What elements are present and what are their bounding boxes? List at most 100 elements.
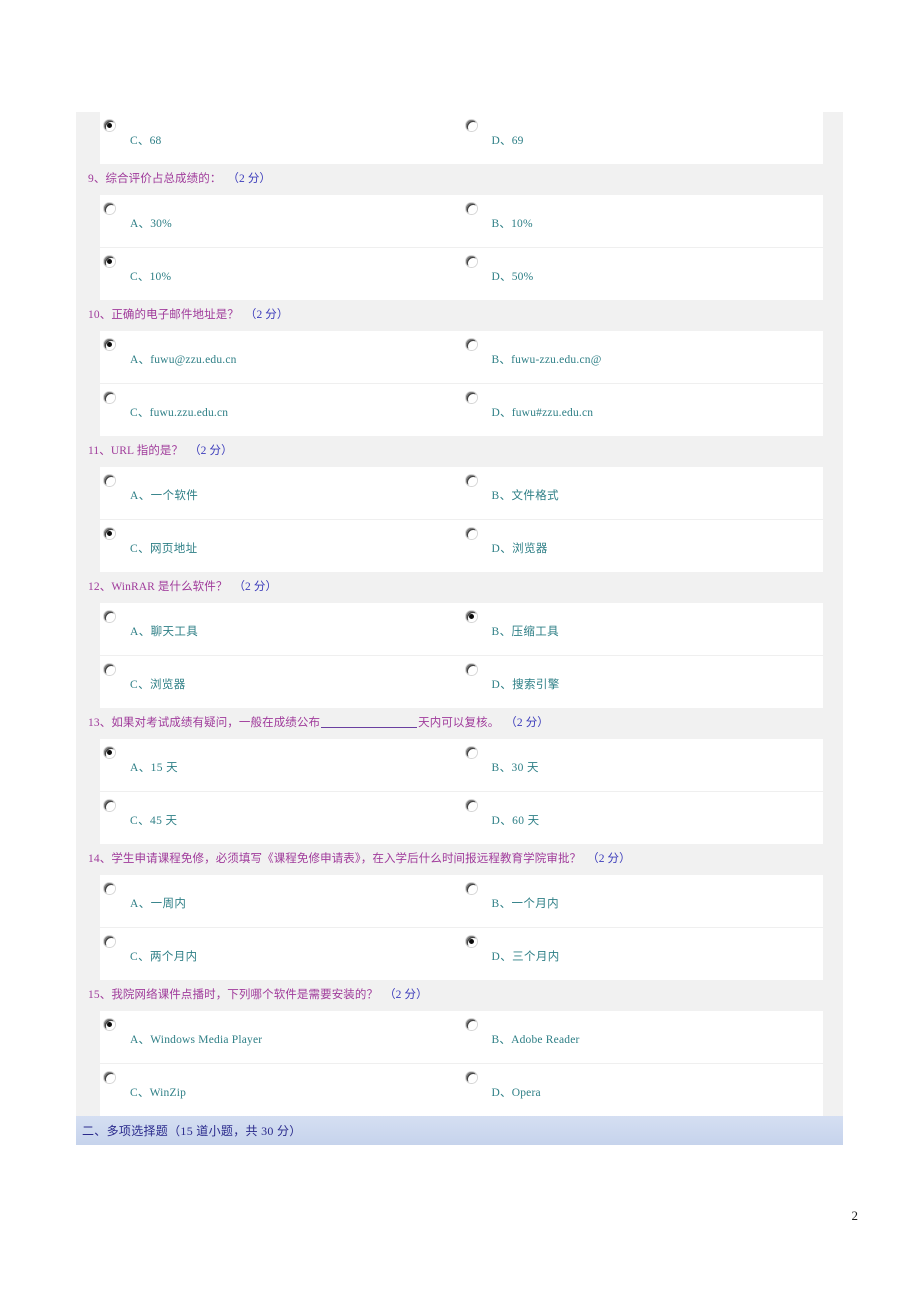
- option-label: A、15 天: [130, 762, 179, 774]
- page-number: 2: [851, 1208, 859, 1223]
- option-label: C、fuwu.zzu.edu.cn: [130, 407, 229, 419]
- option-row: A、fuwu@zzu.edu.cn B、fuwu-zzu.edu.cn@: [100, 331, 823, 383]
- option-label: A、30%: [130, 218, 172, 230]
- option-row: C、浏览器 D、搜索引擎: [100, 655, 823, 708]
- option-cell[interactable]: D、搜索引擎: [462, 656, 824, 708]
- option-cell[interactable]: D、50%: [462, 248, 824, 300]
- radio-button-icon[interactable]: [104, 339, 115, 350]
- option-cell[interactable]: B、10%: [462, 195, 824, 247]
- option-cell[interactable]: C、浏览器: [100, 656, 462, 708]
- option-cell[interactable]: D、69: [462, 112, 824, 164]
- option-label: C、WinZip: [130, 1087, 187, 1099]
- radio-button-icon[interactable]: [104, 1019, 115, 1030]
- radio-button-icon[interactable]: [104, 392, 115, 403]
- radio-button-icon[interactable]: [104, 256, 115, 267]
- option-cell[interactable]: B、压缩工具: [462, 603, 824, 655]
- radio-button-icon[interactable]: [104, 475, 115, 486]
- option-label: A、Windows Media Player: [130, 1034, 263, 1046]
- option-cell[interactable]: C、WinZip: [100, 1064, 462, 1116]
- option-label: D、三个月内: [491, 951, 560, 963]
- option-cell[interactable]: B、一个月内: [462, 875, 824, 927]
- radio-button-icon[interactable]: [104, 883, 115, 894]
- radio-button-icon[interactable]: [104, 800, 115, 811]
- option-label: A、一周内: [130, 898, 187, 910]
- options-panel: A、15 天 B、30 天 C、45 天 D、60 天: [100, 739, 823, 844]
- radio-button-icon[interactable]: [465, 339, 477, 350]
- option-label: C、10%: [130, 271, 172, 283]
- option-label: D、50%: [491, 271, 534, 283]
- option-cell[interactable]: B、Adobe Reader: [462, 1011, 824, 1063]
- option-cell[interactable]: D、三个月内: [462, 928, 824, 980]
- option-cell[interactable]: B、30 天: [462, 739, 824, 791]
- option-label: D、69: [491, 135, 524, 147]
- option-label: B、Adobe Reader: [491, 1034, 580, 1046]
- radio-button-icon[interactable]: [104, 528, 115, 539]
- question-text: 如果对考试成绩有疑问，一般在成绩公布: [111, 717, 321, 729]
- option-row: A、Windows Media Player B、Adobe Reader: [100, 1011, 823, 1063]
- radio-button-icon[interactable]: [465, 1072, 477, 1083]
- option-cell[interactable]: C、两个月内: [100, 928, 462, 980]
- option-cell[interactable]: A、15 天: [100, 739, 462, 791]
- options-panel: A、30% B、10% C、10% D、50%: [100, 195, 823, 300]
- question-block: 10、正确的电子邮件地址是？ （2 分） A、fuwu@zzu.edu.cn B、f…: [76, 300, 843, 436]
- radio-button-icon[interactable]: [465, 256, 477, 267]
- option-cell[interactable]: C、10%: [100, 248, 462, 300]
- option-cell[interactable]: C、fuwu.zzu.edu.cn: [100, 384, 462, 436]
- section-heading-label: 二、多项选择题（15 道小题，共 30 分）: [82, 1124, 302, 1138]
- radio-button-icon[interactable]: [104, 936, 115, 947]
- radio-button-icon[interactable]: [465, 800, 477, 811]
- option-cell[interactable]: C、网页地址: [100, 520, 462, 572]
- radio-button-icon[interactable]: [104, 611, 115, 622]
- option-label: D、搜索引擎: [491, 679, 560, 691]
- question-prompt: 13、如果对考试成绩有疑问，一般在成绩公布 天内可以复核。 （2 分）: [76, 708, 843, 739]
- options-panel: A、一周内 B、一个月内 C、两个月内 D、三个月内: [100, 875, 823, 980]
- radio-button-icon[interactable]: [104, 1072, 115, 1083]
- option-row: C、68 D、69: [100, 112, 823, 164]
- option-cell[interactable]: A、fuwu@zzu.edu.cn: [100, 331, 462, 383]
- option-cell[interactable]: A、一周内: [100, 875, 462, 927]
- radio-button-icon[interactable]: [465, 936, 477, 947]
- option-cell[interactable]: C、68: [100, 112, 462, 164]
- option-cell[interactable]: A、Windows Media Player: [100, 1011, 462, 1063]
- question-block: 15、我院网络课件点播时，下列哪个软件是需要安装的？ （2 分） A、Window…: [76, 980, 843, 1116]
- radio-button-icon[interactable]: [465, 664, 477, 675]
- question-text: 正确的电子邮件地址是？: [111, 309, 239, 321]
- fill-in-blank-line: [321, 727, 418, 728]
- radio-button-icon[interactable]: [465, 883, 477, 894]
- option-label: B、30 天: [491, 762, 539, 774]
- radio-button-icon[interactable]: [465, 203, 477, 214]
- option-cell[interactable]: D、浏览器: [462, 520, 824, 572]
- option-label: D、浏览器: [491, 543, 548, 555]
- question-block: 11、URL 指的是？ （2 分） A、一个软件 B、文件格式 C、网页地址 D、浏览器: [76, 436, 843, 572]
- radio-button-icon[interactable]: [465, 475, 477, 486]
- option-cell[interactable]: B、文件格式: [462, 467, 824, 519]
- question-text: 学生申请课程免修，必须填写《课程免修申请表》，在入学后什么时间报远程教育学院审批…: [111, 853, 582, 865]
- option-cell[interactable]: A、30%: [100, 195, 462, 247]
- option-cell[interactable]: D、Opera: [462, 1064, 824, 1116]
- radio-button-icon[interactable]: [465, 392, 477, 403]
- question-score: （2 分）: [227, 173, 272, 185]
- question-number: 10、: [88, 309, 112, 321]
- option-cell[interactable]: A、一个软件: [100, 467, 462, 519]
- question-number: 11、: [88, 445, 111, 457]
- option-cell[interactable]: C、45 天: [100, 792, 462, 844]
- radio-button-icon[interactable]: [465, 1019, 477, 1030]
- radio-button-icon[interactable]: [104, 664, 115, 675]
- radio-button-icon[interactable]: [104, 203, 115, 214]
- radio-button-icon[interactable]: [465, 747, 477, 758]
- radio-button-icon[interactable]: [104, 120, 115, 131]
- radio-button-icon[interactable]: [465, 120, 477, 131]
- option-cell[interactable]: B、fuwu-zzu.edu.cn@: [462, 331, 824, 383]
- question-prompt: 12、WinRAR 是什么软件？ （2 分）: [76, 572, 843, 603]
- question-number: 12、: [88, 581, 112, 593]
- option-cell[interactable]: A、聊天工具: [100, 603, 462, 655]
- exam-page: C、68 D、69 9、综合评价占总成绩的： （2 分） A、30% B、10% C、…: [0, 0, 920, 1302]
- radio-button-icon[interactable]: [465, 611, 477, 622]
- options-panel: A、Windows Media Player B、Adobe Reader C、Wi…: [100, 1011, 823, 1116]
- option-cell[interactable]: D、60 天: [462, 792, 824, 844]
- question-block-continued: C、68 D、69: [76, 112, 843, 164]
- option-cell[interactable]: D、fuwu#zzu.edu.cn: [462, 384, 824, 436]
- radio-button-icon[interactable]: [104, 747, 115, 758]
- question-text: WinRAR 是什么软件？: [111, 581, 228, 593]
- radio-button-icon[interactable]: [465, 528, 477, 539]
